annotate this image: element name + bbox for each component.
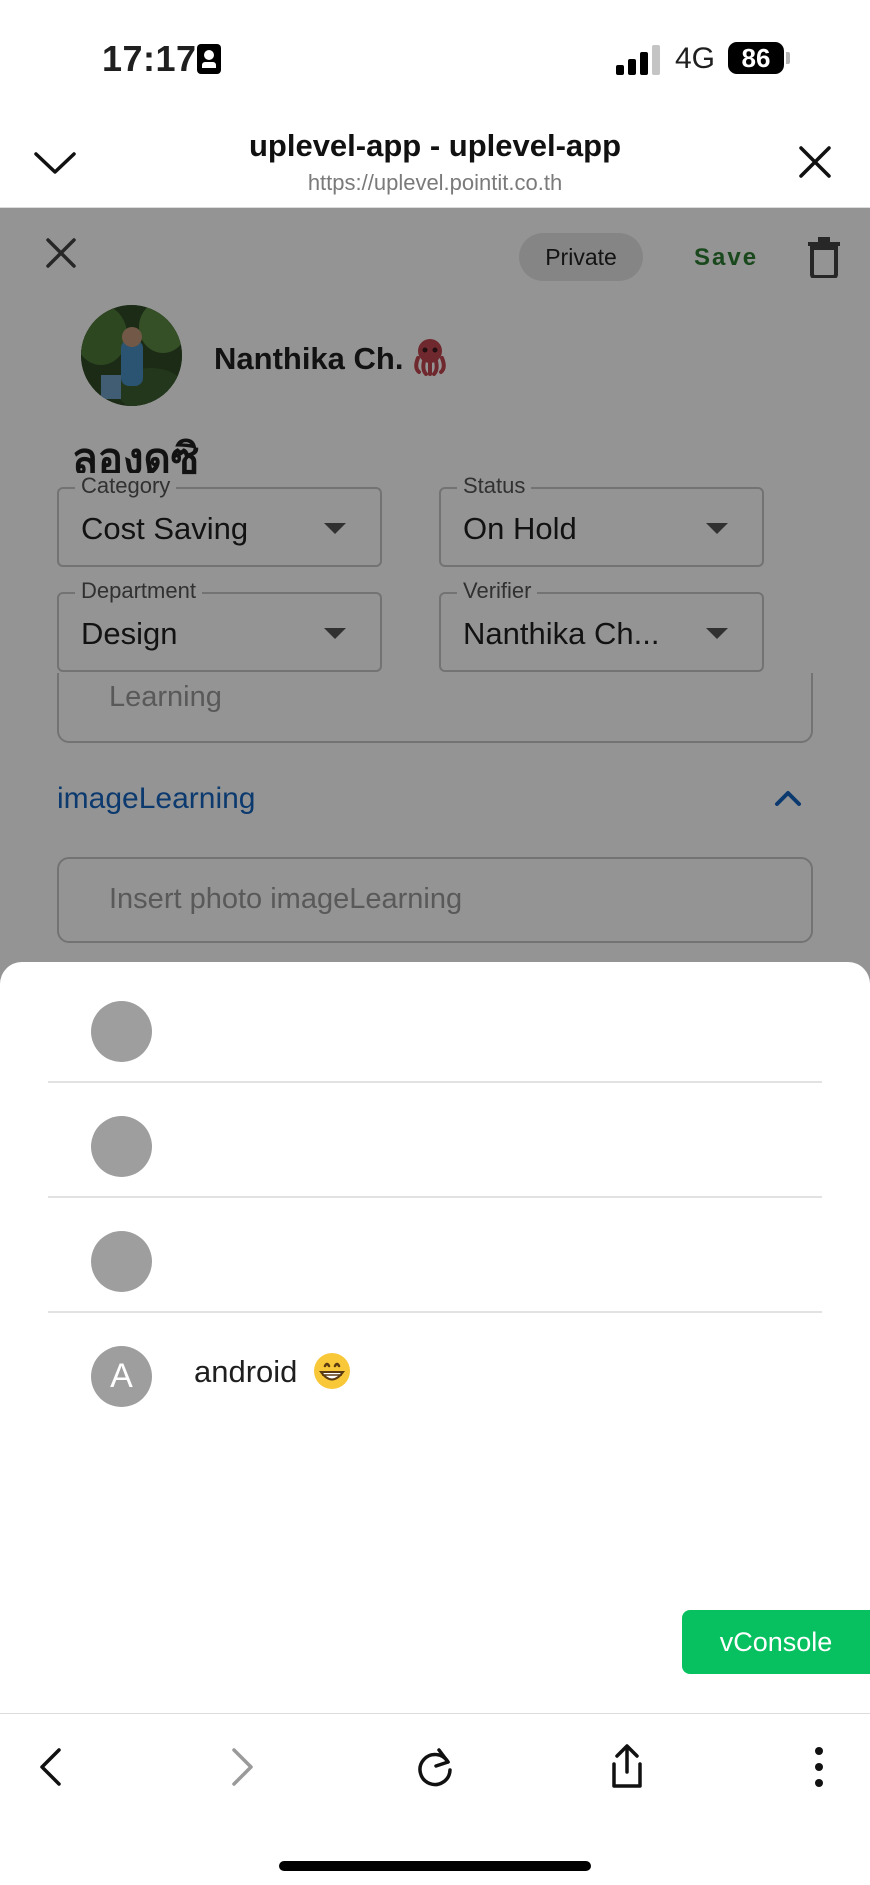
list-item[interactable]	[48, 1083, 822, 1198]
vconsole-button[interactable]: vConsole	[682, 1610, 870, 1674]
status-time: 17:17	[102, 38, 197, 79]
avatar	[91, 1116, 152, 1177]
avatar	[91, 1001, 152, 1062]
battery-icon: 86	[728, 42, 784, 74]
more-icon[interactable]	[794, 1742, 844, 1792]
list-item[interactable]	[48, 1198, 822, 1313]
user-picker-sheet: A android	[0, 962, 870, 1713]
home-indicator	[279, 1861, 591, 1871]
close-icon[interactable]	[795, 142, 835, 182]
browser-title: uplevel-app - uplevel-app	[248, 128, 622, 163]
avatar	[91, 1231, 152, 1292]
browser-url: https://uplevel.pointit.co.th	[307, 170, 563, 195]
browser-header: uplevel-app - uplevel-app https://upleve…	[0, 120, 870, 208]
browser-toolbar	[0, 1713, 870, 1885]
battery-tip	[786, 52, 790, 64]
avatar: A	[91, 1346, 152, 1407]
reload-icon[interactable]	[410, 1742, 460, 1792]
id-card-icon	[197, 44, 221, 74]
grinning-face-icon	[314, 1353, 350, 1389]
network-type: 4G	[675, 42, 716, 75]
list-item[interactable]: A android	[48, 1313, 822, 1428]
list-item-name: android	[194, 1354, 298, 1389]
back-icon[interactable]	[27, 1742, 77, 1792]
signal-icon	[616, 45, 662, 75]
share-icon[interactable]	[602, 1742, 652, 1792]
list-item[interactable]	[48, 968, 822, 1083]
status-bar: 17:17 4G 86	[0, 0, 870, 120]
forward-icon[interactable]	[216, 1742, 266, 1792]
